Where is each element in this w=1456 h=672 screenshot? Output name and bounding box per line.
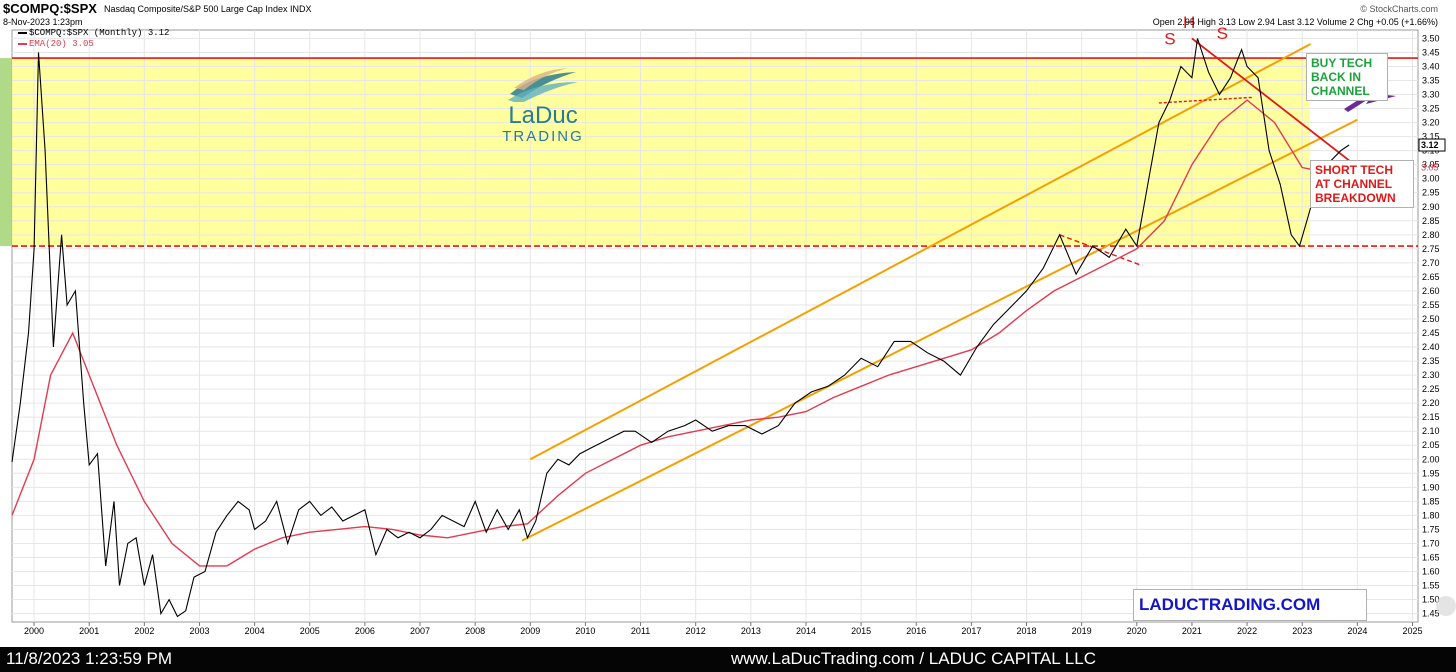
y-tick-label: 1.60 (1422, 566, 1440, 576)
chart-date: 8-Nov-2023 1:23pm (3, 17, 83, 27)
x-tick-label: 2018 (1017, 626, 1037, 636)
short-tech-callout: SHORT TECH AT CHANNEL BREAKDOWN (1310, 160, 1414, 208)
x-tick-label: 2025 (1402, 626, 1422, 636)
scroll-circle-icon (1436, 596, 1456, 616)
stockcharts-credit: © StockCharts.com (1360, 4, 1438, 14)
y-tick-label: 1.95 (1422, 468, 1440, 478)
symbol-title: $COMPQ:$SPX (3, 1, 97, 16)
footer-timestamp: 11/8/2023 1:23:59 PM (6, 649, 173, 668)
x-tick-label: 2002 (134, 626, 154, 636)
logo-text: LaDuc (508, 102, 578, 129)
y-tick-label: 2.15 (1422, 412, 1440, 422)
y-tick-label: 2.25 (1422, 384, 1440, 394)
x-tick-label: 2024 (1347, 626, 1367, 636)
y-tick-label: 3.50 (1422, 33, 1440, 43)
y-tick-label: 2.35 (1422, 356, 1440, 366)
y-tick-label: 2.95 (1422, 188, 1440, 198)
y-tick-label: 2.20 (1422, 398, 1440, 408)
y-tick-label: 2.90 (1422, 202, 1440, 212)
x-tick-label: 2012 (686, 626, 706, 636)
footer-source: www.LaDucTrading.com / LADUC CAPITAL LLC (731, 649, 1096, 668)
y-tick-label: 2.75 (1422, 244, 1440, 254)
ema-price-tag: 3.05 (1421, 163, 1439, 173)
y-tick-label: 1.55 (1422, 581, 1440, 591)
logo-subtext: TRADING (502, 128, 584, 145)
zone-edge-marker (0, 58, 12, 247)
y-tick-label: 2.85 (1422, 216, 1440, 226)
legend-item-price: $COMPQ:$SPX (Monthly) 3.12 (18, 28, 169, 39)
x-tick-label: 2017 (961, 626, 981, 636)
y-tick-label: 2.80 (1422, 230, 1440, 240)
x-tick-label: 2008 (465, 626, 485, 636)
x-tick-label: 2009 (520, 626, 540, 636)
last-price-tag: 3.12 (1421, 140, 1439, 150)
left-shoulder-label: S (1164, 29, 1175, 48)
legend-price-label: $COMPQ:$SPX (Monthly) 3.12 (29, 28, 170, 38)
y-tick-label: 3.30 (1422, 90, 1440, 100)
chart-plot: 1.451.501.551.601.651.701.751.801.851.90… (0, 13, 1456, 636)
y-tick-label: 2.10 (1422, 426, 1440, 436)
x-tick-label: 2016 (906, 626, 926, 636)
y-tick-label: 1.85 (1422, 496, 1440, 506)
x-tick-label: 2015 (851, 626, 871, 636)
y-tick-label: 3.40 (1422, 61, 1440, 71)
x-tick-label: 2000 (24, 626, 44, 636)
y-tick-label: 2.60 (1422, 286, 1440, 296)
y-tick-label: 3.20 (1422, 118, 1440, 128)
x-tick-label: 2010 (575, 626, 595, 636)
website-callout: LADUCTRADING.COM (1133, 589, 1367, 621)
y-tick-label: 1.70 (1422, 538, 1440, 548)
y-tick-label: 3.25 (1422, 104, 1440, 114)
y-tick-label: 3.35 (1422, 76, 1440, 86)
y-tick-label: 2.40 (1422, 342, 1440, 352)
y-tick-label: 3.00 (1422, 174, 1440, 184)
y-tick-label: 3.45 (1422, 47, 1440, 57)
y-tick-label: 2.50 (1422, 314, 1440, 324)
x-tick-label: 2020 (1127, 626, 1147, 636)
legend-ema-label: EMA(20) 3.05 (29, 39, 94, 49)
resistance-zone (12, 58, 1310, 247)
y-tick-label: 2.70 (1422, 258, 1440, 268)
y-tick-label: 2.55 (1422, 300, 1440, 310)
price-quote: Open 2.95 High 3.13 Low 2.94 Last 3.12 V… (1152, 17, 1438, 27)
x-tick-label: 2006 (355, 626, 375, 636)
wave-logo-icon (508, 68, 578, 102)
buy-tech-callout: BUY TECH BACK IN CHANNEL (1306, 53, 1388, 101)
x-tick-label: 2014 (796, 626, 816, 636)
x-tick-label: 2007 (410, 626, 430, 636)
x-tick-label: 2023 (1292, 626, 1312, 636)
y-tick-label: 2.65 (1422, 272, 1440, 282)
x-tick-label: 2003 (189, 626, 209, 636)
y-tick-label: 1.90 (1422, 482, 1440, 492)
x-tick-label: 2019 (1072, 626, 1092, 636)
x-tick-label: 2004 (245, 626, 265, 636)
y-tick-label: 2.00 (1422, 454, 1440, 464)
legend: $COMPQ:$SPX (Monthly) 3.12 EMA(20) 3.05 (18, 28, 169, 50)
x-tick-label: 2001 (79, 626, 99, 636)
x-tick-label: 2005 (300, 626, 320, 636)
y-tick-label: 1.80 (1422, 510, 1440, 520)
y-tick-label: 2.45 (1422, 328, 1440, 338)
x-tick-label: 2013 (741, 626, 761, 636)
x-tick-label: 2022 (1237, 626, 1257, 636)
y-tick-label: 1.65 (1422, 552, 1440, 562)
y-tick-label: 1.75 (1422, 524, 1440, 534)
y-tick-label: 2.30 (1422, 370, 1440, 380)
footer-bar: 11/8/2023 1:23:59 PM www.LaDucTrading.co… (0, 647, 1456, 672)
laduc-logo: LaDuc TRADING (498, 68, 588, 148)
symbol-description: Nasdaq Composite/S&P 500 Large Cap Index… (104, 4, 312, 14)
x-tick-label: 2021 (1182, 626, 1202, 636)
x-tick-label: 2011 (631, 626, 650, 636)
legend-item-ema: EMA(20) 3.05 (18, 39, 169, 50)
y-tick-label: 2.05 (1422, 440, 1440, 450)
chart-frame: 1.45 1.50 1.55 1.60 1.65 1.70 1.75 1.80 1.85 1.90… (0, 0, 1456, 647)
